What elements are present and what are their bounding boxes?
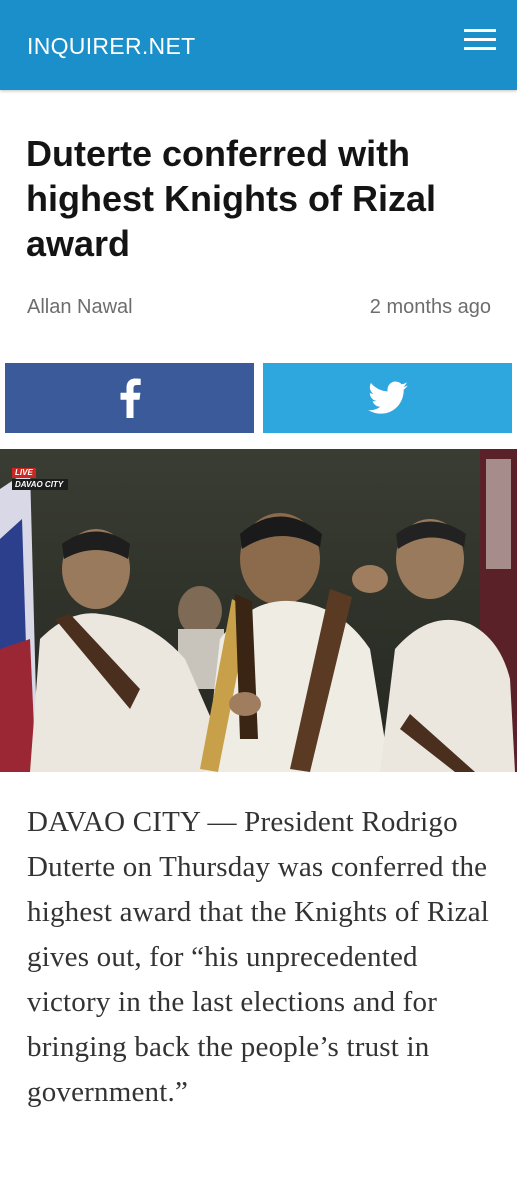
article-photo[interactable] — [0, 449, 517, 772]
twitter-share-button[interactable] — [263, 363, 512, 433]
ceremony-photo — [0, 449, 517, 772]
facebook-icon — [120, 378, 141, 418]
hamburger-menu-icon[interactable] — [464, 29, 496, 51]
live-location-label: DAVAO CITY — [12, 479, 69, 490]
live-label: LIVE — [12, 468, 36, 478]
facebook-share-button[interactable] — [5, 363, 254, 433]
twitter-icon — [367, 381, 408, 414]
article-headline: Duterte conferred with highest Knights o… — [26, 133, 436, 264]
site-logo[interactable]: INQUIRER.NET — [27, 32, 195, 60]
author-name[interactable]: Allan Nawal — [27, 293, 133, 321]
article-byline: Allan Nawal 2 months ago — [27, 293, 491, 321]
live-broadcast-badge: LIVE DAVAO CITY — [12, 468, 100, 494]
article-body: DAVAO CITY — President Rodrigo Duterte o… — [27, 806, 490, 1108]
publish-time: 2 months ago — [369, 296, 491, 318]
app-header: INQUIRER.NET — [0, 0, 517, 90]
